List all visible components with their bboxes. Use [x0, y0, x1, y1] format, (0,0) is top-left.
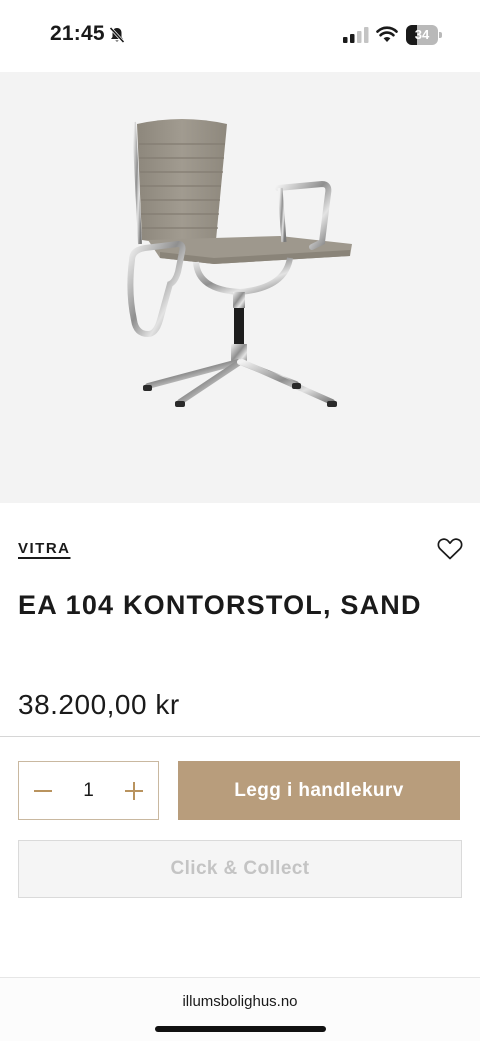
decrease-quantity-button[interactable] — [19, 762, 67, 819]
product-price: 38.200,00 kr — [18, 689, 180, 720]
heart-icon[interactable] — [437, 537, 463, 561]
status-bar: 21:45 34 — [0, 0, 480, 72]
wifi-icon — [376, 26, 398, 42]
status-time: 21:45 — [50, 22, 105, 45]
quantity-value[interactable]: 1 — [67, 762, 110, 819]
url-text[interactable]: illumsbolighus.no — [0, 993, 480, 1010]
product-image[interactable] — [0, 72, 480, 503]
home-indicator[interactable] — [155, 1026, 326, 1032]
add-to-cart-button[interactable]: Legg i handlekurv — [178, 761, 460, 820]
product-title: EA 104 KONTORSTOL, SAND — [18, 590, 422, 620]
bell-muted-icon — [109, 26, 125, 44]
divider — [0, 736, 480, 737]
browser-address-bar: illumsbolighus.no — [0, 977, 480, 1041]
battery-icon: 34 — [406, 25, 442, 45]
brand-link[interactable]: VITRA — [18, 540, 71, 557]
increase-quantity-button[interactable] — [110, 762, 158, 819]
quantity-stepper: 1 — [18, 761, 159, 820]
battery-level-text: 34 — [414, 27, 430, 42]
signal-icon — [343, 27, 369, 43]
click-and-collect-button[interactable]: Click & Collect — [18, 840, 462, 898]
chair-image — [127, 119, 352, 407]
